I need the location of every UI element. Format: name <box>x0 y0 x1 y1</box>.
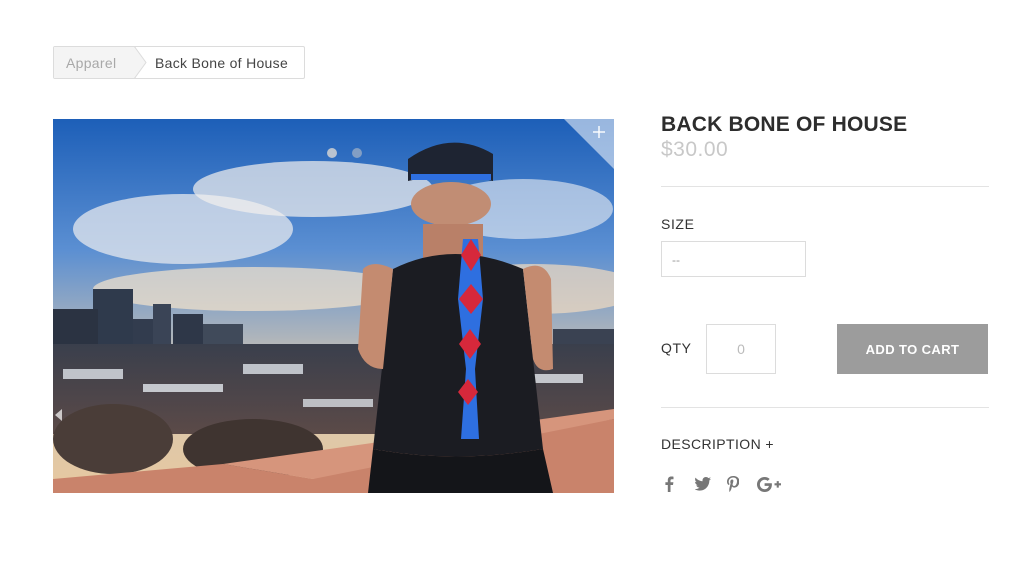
product-title: BACK BONE OF HOUSE <box>661 113 908 136</box>
breadcrumb-current-label: Back Bone of House <box>155 55 289 71</box>
product-image[interactable] <box>53 119 614 493</box>
divider <box>661 407 989 408</box>
slideshow-dots <box>327 145 377 163</box>
google-plus-icon[interactable] <box>757 477 781 492</box>
quantity-input[interactable] <box>706 324 776 374</box>
product-price: $30.00 <box>661 138 729 161</box>
pinterest-icon[interactable] <box>727 476 739 492</box>
zoom-corner <box>564 119 614 169</box>
breadcrumb: Apparel Back Bone of House <box>53 46 305 79</box>
facebook-icon[interactable] <box>663 476 675 492</box>
slide-dot-2[interactable] <box>352 148 362 158</box>
qty-label: QTY <box>661 340 692 356</box>
divider <box>661 186 989 187</box>
product-photo <box>53 119 614 493</box>
twitter-icon[interactable] <box>695 477 711 491</box>
slide-dot-1[interactable] <box>327 148 337 158</box>
zoom-plus-icon[interactable] <box>592 125 606 139</box>
size-label: SIZE <box>661 216 695 232</box>
size-selected-value: -- <box>672 253 680 267</box>
size-select[interactable]: -- <box>661 241 806 277</box>
prev-slide-arrow-icon[interactable] <box>55 409 62 421</box>
description-toggle[interactable]: DESCRIPTION + <box>661 436 774 452</box>
breadcrumb-apparel-label[interactable]: Apparel <box>66 55 116 71</box>
breadcrumb-separator-icon <box>134 46 147 79</box>
add-to-cart-button[interactable]: ADD TO CART <box>837 324 988 374</box>
breadcrumb-item-apparel[interactable]: Apparel <box>54 47 136 78</box>
